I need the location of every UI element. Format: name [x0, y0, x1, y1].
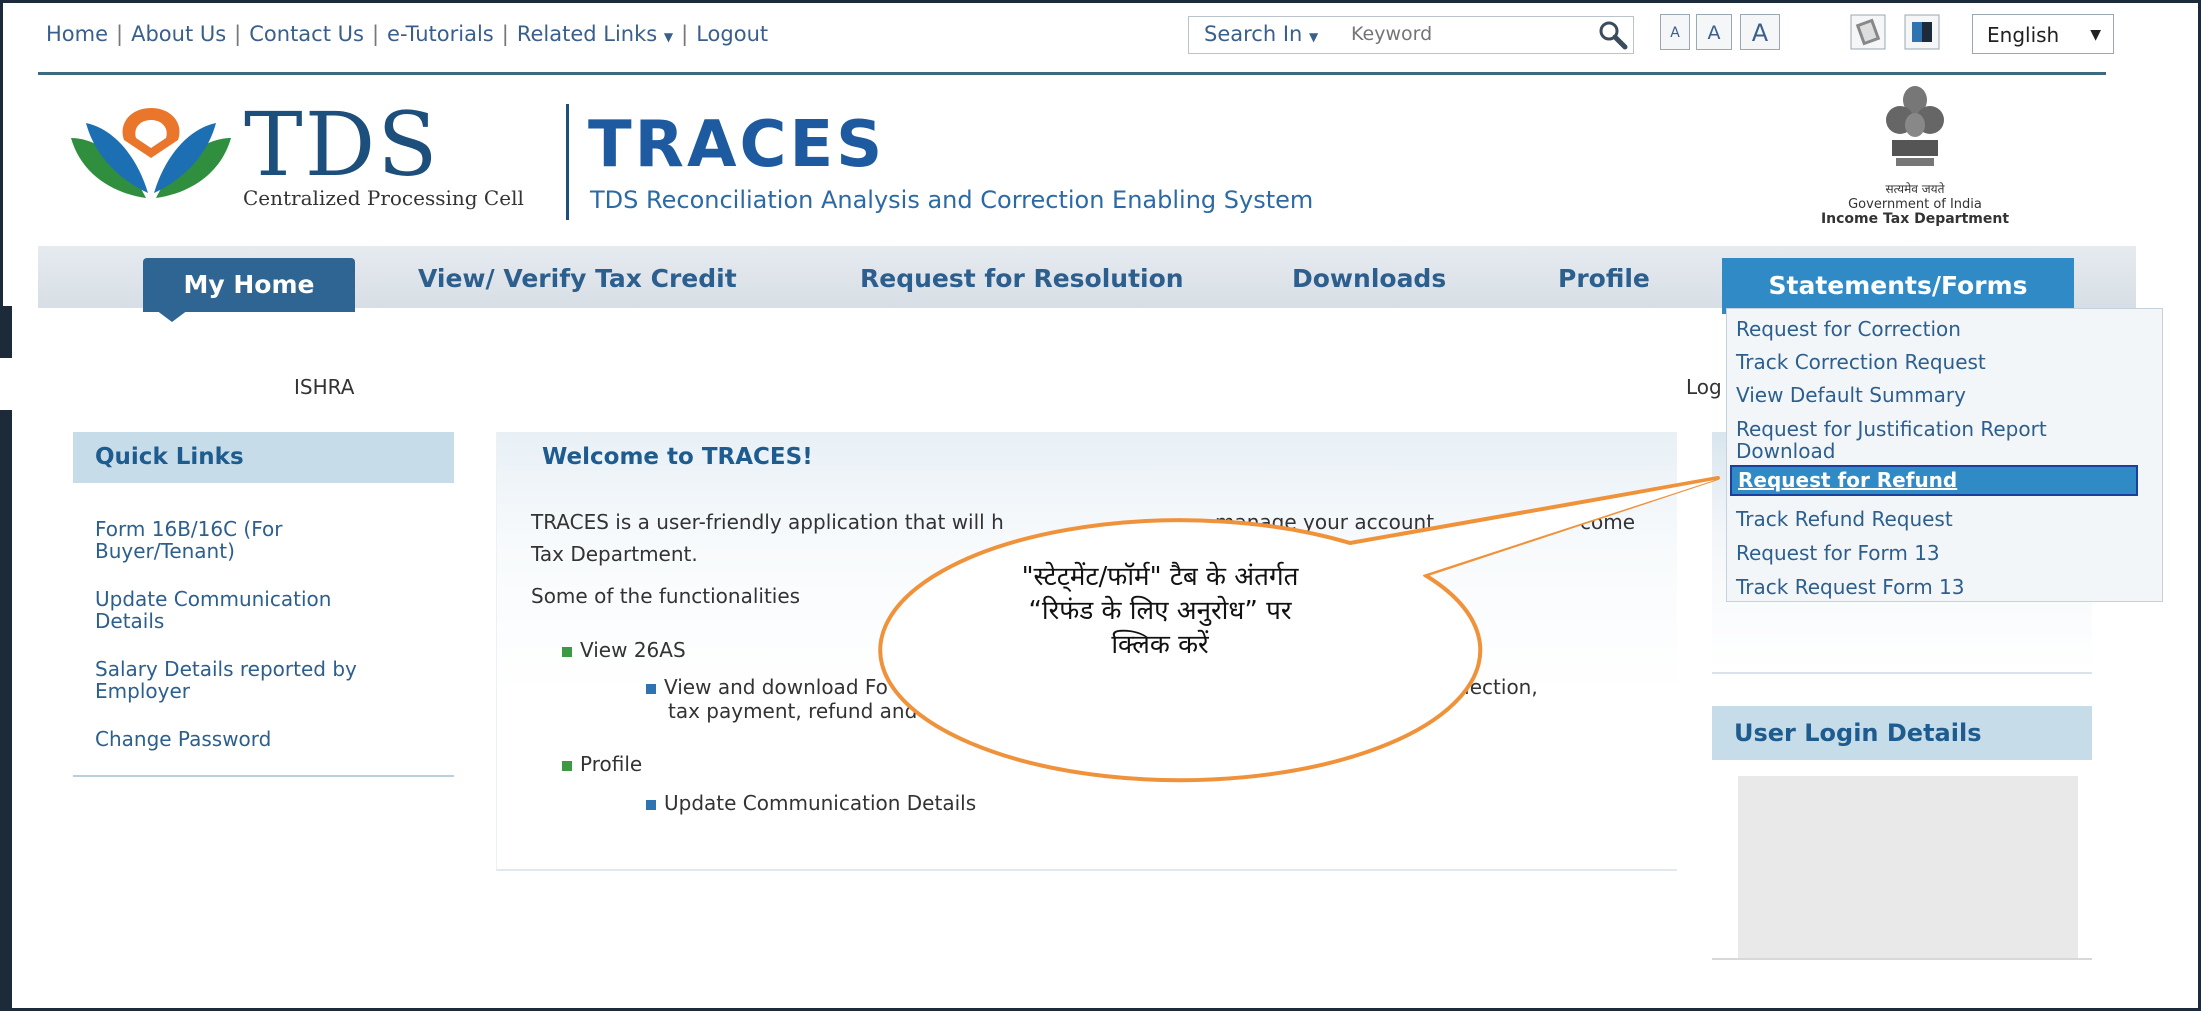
list-subitem-tax-payment: tax payment, refund and AIR — [668, 699, 958, 723]
quick-link-update-communication[interactable]: Update Communication Details — [95, 588, 331, 632]
menu-item-track-refund[interactable]: Track Refund Request — [1736, 508, 1953, 530]
top-link-logout[interactable]: Logout — [696, 22, 768, 46]
top-divider — [38, 72, 2106, 75]
top-link-about[interactable]: About Us — [131, 22, 226, 46]
caret-down-icon: ▼ — [1309, 30, 1319, 44]
top-link-contact[interactable]: Contact Us — [249, 22, 364, 46]
list-item-view26as: View 26AS — [562, 638, 686, 662]
welcome-text-line1b: manage your account — [1215, 510, 1435, 534]
user-name: ISHRA — [294, 375, 355, 399]
user-login-details-heading: User Login Details — [1712, 706, 2092, 760]
menu-item-justification-report[interactable]: Request for Justification Report Download — [1736, 418, 2047, 462]
login-text-partial: Log — [1686, 375, 1722, 399]
emblem-icon — [1886, 86, 1944, 166]
quick-link-form16b[interactable]: Form 16B/16C (For Buyer/Tenant) — [95, 518, 282, 562]
menu-item-request-form13[interactable]: Request for Form 13 — [1736, 542, 1940, 564]
list-subitem-update-communication: Update Communication Details — [646, 791, 976, 815]
welcome-text-line1a: TRACES is a user-friendly application th… — [531, 510, 1004, 534]
frame-edge — [0, 410, 12, 1010]
welcome-text-line2: Tax Department. — [531, 542, 698, 566]
menu-item-track-form13[interactable]: Track Request Form 13 — [1736, 576, 1964, 598]
menu-item-view-default-summary[interactable]: View Default Summary — [1736, 384, 1966, 406]
menu-item-request-correction[interactable]: Request for Correction — [1736, 318, 1961, 340]
font-small-button[interactable]: A — [1660, 14, 1690, 50]
quick-link-change-password[interactable]: Change Password — [95, 728, 271, 750]
frame-gap — [0, 358, 12, 410]
divider — [1712, 958, 2092, 960]
frame-edge — [0, 306, 12, 358]
list-subitem-view-download-cont: duction, collection, — [1348, 675, 1538, 699]
tab-view-verify-tax-credit[interactable]: View/ Verify Tax Credit — [418, 264, 737, 293]
tab-statements-forms[interactable]: Statements/Forms — [1722, 258, 2074, 314]
sitemap-icon[interactable] — [1850, 14, 1886, 50]
contrast-icon[interactable] — [1904, 14, 1940, 50]
search-input[interactable] — [1351, 23, 1551, 45]
bullet-icon — [646, 683, 656, 694]
callout-text: "स्टेट्मेंट/फॉर्म" टैब के अंतर्गत “रिफंड… — [1021, 562, 1299, 660]
search-in-dropdown[interactable]: Search In ▼ — [1204, 22, 1318, 46]
emblem-caption: सत्यमेव जयते Government of India Income … — [1820, 182, 2010, 227]
top-links-bar: Home | About Us | Contact Us | e-Tutorials | Rel… — [46, 22, 769, 46]
bullet-icon — [562, 760, 572, 771]
search-icon[interactable] — [1596, 18, 1630, 52]
tab-profile[interactable]: Profile — [1558, 264, 1650, 293]
welcome-text-line3: Some of the functionalities — [531, 584, 801, 608]
top-link-home[interactable]: Home — [46, 22, 108, 46]
user-login-details-box — [1738, 776, 2078, 958]
tab-request-resolution[interactable]: Request for Resolution — [860, 264, 1184, 293]
active-tab-arrow — [156, 310, 188, 322]
tab-my-home[interactable]: My Home — [143, 258, 355, 312]
top-link-etutorials[interactable]: e-Tutorials — [387, 22, 494, 46]
header-divider — [566, 104, 569, 220]
top-link-related[interactable]: Related Links ▼ — [517, 22, 673, 46]
welcome-heading: Welcome to TRACES! — [542, 444, 813, 470]
tab-downloads[interactable]: Downloads — [1292, 264, 1446, 293]
font-medium-button[interactable]: A — [1696, 14, 1732, 50]
menu-item-request-refund[interactable]: Request for Refund — [1730, 465, 2138, 496]
quick-link-salary-details[interactable]: Salary Details reported by Employer — [95, 658, 357, 702]
language-select[interactable]: English ▼ — [1972, 14, 2114, 54]
tds-logo-text: TDS — [244, 93, 440, 196]
tds-logo-icon — [71, 108, 231, 198]
caret-down-icon: ▼ — [663, 30, 674, 44]
caret-down-icon: ▼ — [2090, 27, 2101, 43]
quick-links-heading: Quick Links — [73, 432, 454, 483]
bullet-icon — [562, 646, 572, 657]
welcome-text-line1c: come — [1580, 510, 1636, 534]
font-large-button[interactable]: A — [1740, 14, 1780, 50]
page-subtitle: TDS Reconciliation Analysis and Correcti… — [590, 186, 1314, 214]
menu-item-track-correction[interactable]: Track Correction Request — [1736, 351, 1986, 373]
page-title: TRACES — [588, 108, 886, 182]
list-item-profile: Profile — [562, 752, 642, 776]
tds-logo-subtitle: Centralized Processing Cell — [243, 186, 524, 210]
list-subitem-view-download: View and download Fo — [646, 675, 888, 699]
bullet-icon — [646, 799, 656, 810]
